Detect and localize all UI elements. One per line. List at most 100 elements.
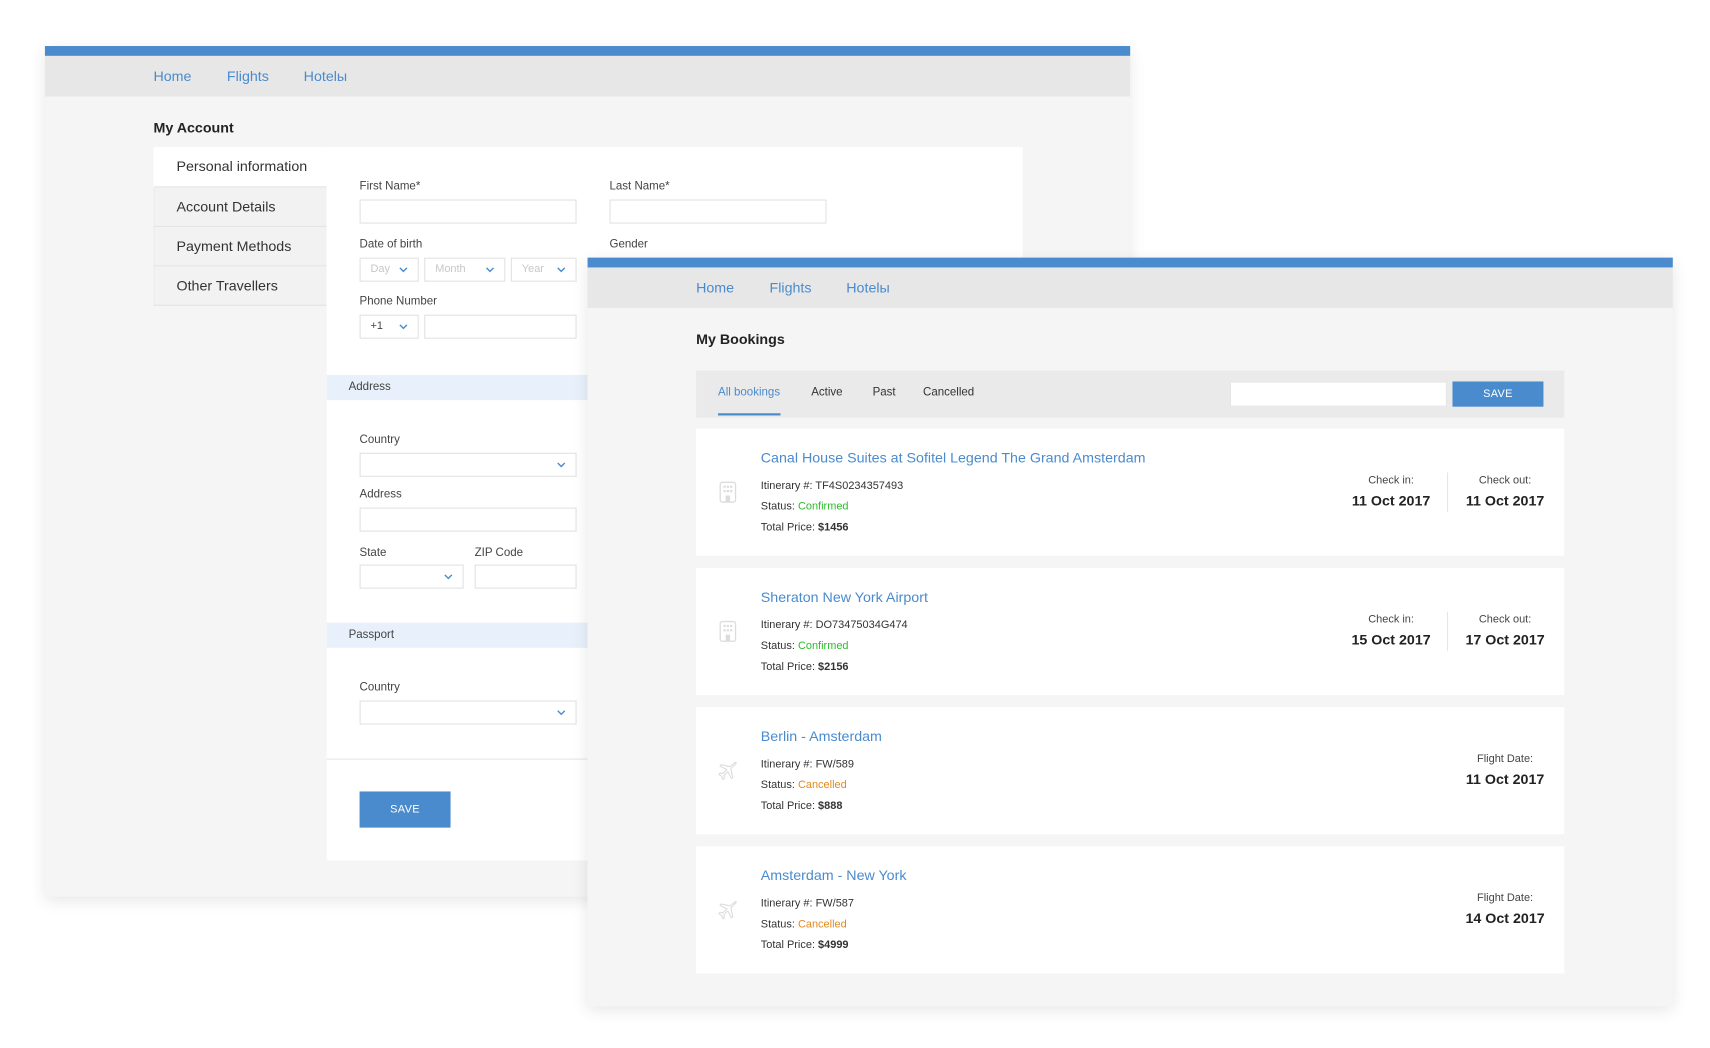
chevron-down-icon xyxy=(485,267,495,273)
tab-past[interactable]: Past xyxy=(873,386,896,399)
bookings-save-button[interactable]: SAVE xyxy=(1452,381,1544,407)
itinerary-number: TF4S0234357493 xyxy=(815,480,904,493)
status-line: Status: Cancelled xyxy=(761,779,847,791)
booking-card: Canal House Suites at Sofitel Legend The… xyxy=(696,428,1565,556)
sidebar-item-payment-methods[interactable]: Payment Methods xyxy=(153,226,327,267)
tab-all-bookings[interactable]: All bookings xyxy=(718,386,780,416)
itinerary-label: Itinerary #: xyxy=(760,480,813,493)
chevron-down-icon xyxy=(557,267,566,273)
hotel-building-icon xyxy=(719,620,737,642)
flight-date-label: Flight Date: xyxy=(1477,753,1534,766)
sidebar-item-personal-information[interactable]: Personal information xyxy=(153,146,327,188)
phone-number-input[interactable] xyxy=(424,314,577,339)
itinerary-number: DO73475034G474 xyxy=(815,619,908,632)
chevron-down-icon xyxy=(557,462,566,468)
nav-home-link[interactable]: Home xyxy=(696,280,734,296)
save-button[interactable]: SAVE xyxy=(359,791,451,828)
state-select[interactable] xyxy=(359,564,464,589)
itinerary-label: Itinerary #: xyxy=(760,897,813,910)
check-out-date: 17 Oct 2017 xyxy=(1465,631,1545,648)
dob-year-select[interactable]: Year xyxy=(510,257,577,282)
booking-card: Berlin - Amsterdam Itinerary #: FW/589 S… xyxy=(696,707,1565,835)
page-title: My Account xyxy=(153,119,234,136)
country-label: Country xyxy=(359,432,400,447)
dob-year-placeholder: Year xyxy=(521,263,544,276)
last-name-input[interactable] xyxy=(609,199,827,224)
price-line: Total Price: $2156 xyxy=(761,661,849,673)
date-divider xyxy=(1446,611,1449,652)
country-select[interactable] xyxy=(359,452,577,477)
dob-day-placeholder: Day xyxy=(370,263,391,276)
gender-label: Gender xyxy=(609,237,648,252)
booking-title-link[interactable]: Berlin - Amsterdam xyxy=(761,728,882,744)
stage: Home Flights Hotelы My Account Personal … xyxy=(0,0,1710,1048)
check-in-label: Check in: xyxy=(1368,613,1414,626)
nav-hotels-link[interactable]: Hotelы xyxy=(304,68,348,84)
top-nav: Home Flights Hotelы xyxy=(44,55,1131,97)
airplane-icon xyxy=(718,901,737,920)
price-value: $1456 xyxy=(818,521,849,534)
dob-label: Date of birth xyxy=(359,237,423,252)
booking-title-link[interactable]: Sheraton New York Airport xyxy=(761,589,928,605)
dob-day-select[interactable]: Day xyxy=(359,257,419,282)
nav-hotels-link[interactable]: Hotelы xyxy=(846,280,890,296)
dob-month-select[interactable]: Month xyxy=(424,257,506,282)
price-label: Total Price: xyxy=(760,661,815,674)
chevron-down-icon xyxy=(399,324,408,330)
price-value: $2156 xyxy=(818,661,849,674)
tab-active[interactable]: Active xyxy=(811,386,842,399)
dob-month-placeholder: Month xyxy=(435,263,466,276)
date-divider xyxy=(1446,472,1449,512)
itinerary-number: FW/587 xyxy=(815,897,854,910)
status-badge: Confirmed xyxy=(797,500,849,514)
phone-code-select[interactable]: +1 xyxy=(359,314,419,339)
first-name-label: First Name* xyxy=(359,179,421,193)
status-label: Status: xyxy=(760,500,795,514)
status-badge: Cancelled xyxy=(797,779,847,792)
address-input[interactable] xyxy=(359,507,577,532)
window-accent-bar xyxy=(587,257,1673,268)
zip-input[interactable] xyxy=(474,564,577,589)
status-line: Status: Confirmed xyxy=(761,640,849,652)
price-line: Total Price: $1456 xyxy=(761,522,849,534)
check-out-column: Check out: 11 Oct 2017 xyxy=(1450,475,1560,509)
tab-cancelled[interactable]: Cancelled xyxy=(923,386,974,399)
nav-flights-link[interactable]: Flights xyxy=(227,68,269,84)
status-badge: Confirmed xyxy=(797,640,849,653)
itinerary-label: Itinerary #: xyxy=(760,758,813,771)
price-value: $888 xyxy=(818,800,843,813)
price-value: $4999 xyxy=(818,939,849,952)
booking-title-link[interactable]: Amsterdam - New York xyxy=(761,867,907,883)
top-nav: Home Flights Hotelы xyxy=(587,267,1673,309)
sidebar-item-account-details[interactable]: Account Details xyxy=(153,187,327,227)
sidebar-item-other-travellers[interactable]: Other Travellers xyxy=(153,266,327,306)
itinerary-line: Itinerary #: DO73475034G474 xyxy=(761,619,908,631)
airplane-icon xyxy=(718,761,737,781)
passport-country-select[interactable] xyxy=(359,700,577,725)
flight-date-column: Flight Date: 14 Oct 2017 xyxy=(1450,892,1560,926)
price-label: Total Price: xyxy=(760,521,815,534)
booking-title-link[interactable]: Canal House Suites at Sofitel Legend The… xyxy=(761,449,1146,465)
bookings-search-input[interactable] xyxy=(1229,381,1447,407)
check-in-date: 15 Oct 2017 xyxy=(1351,631,1431,648)
chevron-down-icon xyxy=(557,710,566,716)
flight-date-value: 14 Oct 2017 xyxy=(1465,909,1545,927)
first-name-input[interactable] xyxy=(359,199,577,224)
state-label: State xyxy=(359,545,387,560)
itinerary-number: FW/589 xyxy=(815,758,854,771)
check-in-column: Check in: 11 Oct 2017 xyxy=(1336,475,1446,509)
address-label: Address xyxy=(359,487,402,501)
price-line: Total Price: $888 xyxy=(761,800,843,812)
chevron-down-icon xyxy=(444,574,453,580)
check-out-label: Check out: xyxy=(1478,474,1532,487)
status-label: Status: xyxy=(760,779,795,792)
status-line: Status: Confirmed xyxy=(761,501,849,513)
itinerary-line: Itinerary #: FW/587 xyxy=(761,898,854,910)
nav-flights-link[interactable]: Flights xyxy=(770,280,812,296)
last-name-label: Last Name* xyxy=(609,179,670,193)
status-label: Status: xyxy=(760,918,795,931)
zip-label: ZIP Code xyxy=(474,545,524,560)
bookings-filter-bar: All bookings Active Past Cancelled SAVE xyxy=(696,370,1565,418)
account-sidebar: Personal information Account Details Pay… xyxy=(153,146,327,306)
nav-home-link[interactable]: Home xyxy=(153,68,191,84)
